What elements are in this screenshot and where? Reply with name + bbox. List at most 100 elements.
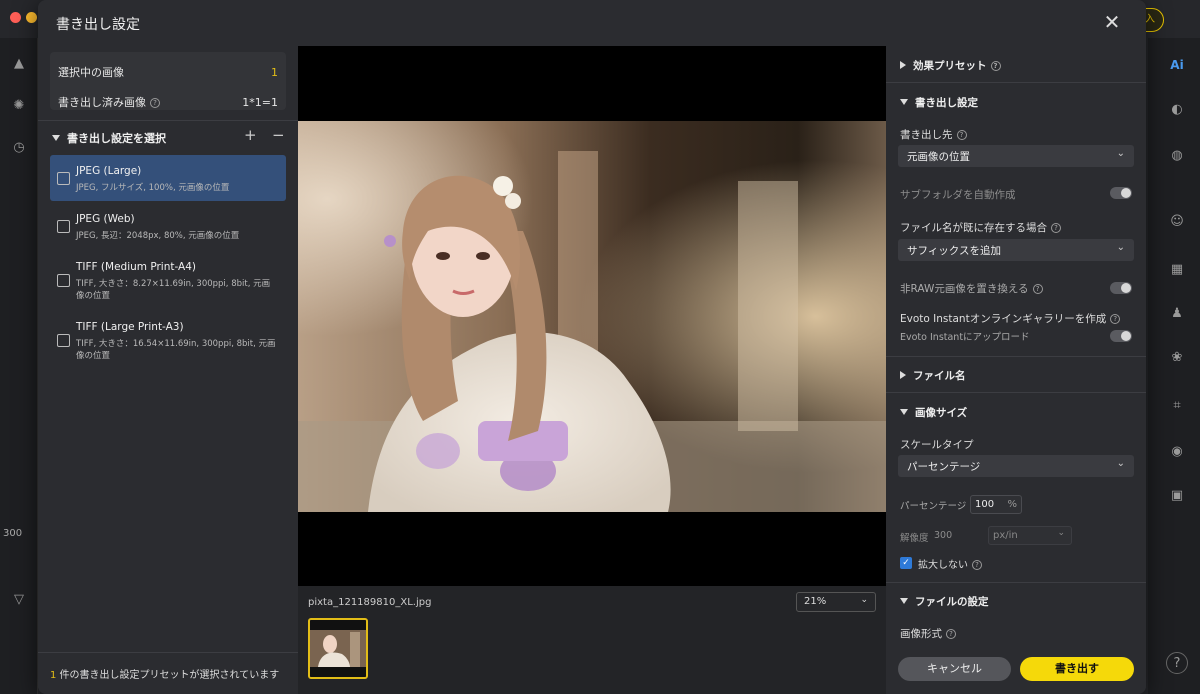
image-thumbnail[interactable] bbox=[308, 618, 368, 679]
add-preset-button[interactable]: + bbox=[244, 126, 257, 144]
ai-logo[interactable]: Ai bbox=[1166, 54, 1188, 76]
help-circle-icon[interactable]: ? bbox=[990, 61, 1001, 71]
texture-icon[interactable]: ◍ bbox=[1166, 144, 1188, 166]
preset-checkbox[interactable] bbox=[57, 274, 70, 287]
preset-name: TIFF (Medium Print-A4) bbox=[76, 261, 197, 273]
resolution-label: 解像度 bbox=[900, 533, 929, 544]
replace-raw-toggle[interactable] bbox=[1110, 282, 1132, 294]
exported-images-label: 書き出し済み画像? bbox=[58, 94, 160, 110]
evoto-upload-label: Evoto Instantにアップロード bbox=[900, 332, 1030, 343]
no-enlarge-checkbox[interactable]: ✓ bbox=[900, 557, 912, 569]
divider bbox=[886, 392, 1146, 393]
caret-down-icon bbox=[900, 598, 908, 604]
preset-name: JPEG (Large) bbox=[76, 165, 142, 177]
camera-icon[interactable]: ◉ bbox=[1166, 440, 1188, 462]
preset-item-tiff-medium[interactable]: TIFF (Medium Print-A4) TIFF, 大きさ：8.27×11… bbox=[50, 253, 286, 309]
landscape-icon[interactable]: ▲ bbox=[8, 52, 30, 74]
settings-panel: 効果プリセット? 書き出し設定 書き出し先? 元画像の位置 ⌄ サブフォルダを自動… bbox=[886, 46, 1146, 694]
preset-checkbox[interactable] bbox=[57, 220, 70, 233]
face-icon[interactable]: ☺ bbox=[1166, 210, 1188, 232]
preset-item-tiff-large[interactable]: TIFF (Large Print-A3) TIFF, 大きさ：16.54×11… bbox=[50, 313, 286, 369]
paw-icon[interactable]: ❀ bbox=[1166, 346, 1188, 368]
help-circle-icon[interactable]: ? bbox=[1051, 223, 1061, 233]
help-circle-icon[interactable]: ? bbox=[150, 98, 160, 108]
portrait-photo-image bbox=[298, 121, 886, 512]
preset-description: TIFF, 大きさ：8.27×11.69in, 300ppi, 8bit, 元画… bbox=[76, 279, 271, 301]
preset-checkbox[interactable] bbox=[57, 334, 70, 347]
preset-name: JPEG (Web) bbox=[76, 213, 135, 225]
help-circle-icon[interactable]: ? bbox=[972, 560, 982, 570]
selected-images-label: 選択中の画像 bbox=[58, 66, 124, 79]
caret-right-icon bbox=[900, 61, 906, 69]
filename-section[interactable]: ファイル名 bbox=[900, 368, 966, 383]
preset-panel: 選択中の画像 1 書き出し済み画像? 1*1=1 書き出し設定を選択 + − J… bbox=[38, 46, 298, 694]
sparkle-icon[interactable]: ✺ bbox=[8, 94, 30, 116]
filter-icon[interactable]: ▽ bbox=[8, 588, 30, 610]
exported-images-row: 書き出し済み画像? 1*1=1 bbox=[58, 92, 278, 112]
clothing-icon[interactable]: ♟ bbox=[1166, 302, 1188, 324]
export-settings-dialog: 書き出し設定 ✕ 選択中の画像 1 書き出し済み画像? 1*1=1 書き出し設定… bbox=[38, 0, 1146, 694]
resolution-value[interactable]: 300 bbox=[934, 530, 952, 541]
background-right-toolbar: Ai ◐ ◍ ☺ ▦ ♟ ❀ ⌗ ◉ ▣ ? bbox=[1148, 38, 1200, 694]
scale-type-label: スケールタイプ bbox=[900, 439, 974, 451]
zoom-select[interactable]: 21% ⌄ bbox=[796, 592, 876, 612]
preset-description: JPEG, 長辺：2048px, 80%, 元画像の位置 bbox=[76, 231, 240, 241]
close-icon[interactable]: ✕ bbox=[1100, 10, 1124, 34]
export-button[interactable]: 書き出す bbox=[1020, 657, 1134, 681]
destination-dropdown[interactable]: 元画像の位置 ⌄ bbox=[898, 145, 1134, 167]
crop-icon[interactable]: ⌗ bbox=[1166, 394, 1188, 416]
window-minimize-dot[interactable] bbox=[26, 12, 37, 23]
preset-item-jpeg-large[interactable]: JPEG (Large) JPEG, フルサイズ, 100%, 元画像の位置 bbox=[50, 155, 286, 201]
divider bbox=[886, 82, 1146, 83]
exported-images-value: 1*1=1 bbox=[242, 95, 278, 109]
destination-label: 書き出し先? bbox=[900, 127, 967, 142]
dialog-header: 書き出し設定 ✕ bbox=[38, 0, 1146, 46]
image-size-section[interactable]: 画像サイズ bbox=[900, 405, 967, 420]
background-count: 300 bbox=[3, 528, 23, 539]
no-enlarge-label: 拡大しない? bbox=[918, 556, 982, 571]
help-circle-icon[interactable]: ? bbox=[956, 130, 967, 140]
selected-images-row: 選択中の画像 1 bbox=[58, 62, 278, 82]
effect-preset-section[interactable]: 効果プリセット? bbox=[900, 58, 1001, 73]
cancel-button[interactable]: キャンセル bbox=[898, 657, 1011, 681]
subfolder-toggle[interactable] bbox=[1110, 187, 1132, 199]
preset-checkbox[interactable] bbox=[57, 172, 70, 185]
preview-filename: pixta_121189810_XL.jpg bbox=[308, 597, 432, 608]
caret-down-icon bbox=[52, 135, 60, 141]
remove-preset-button[interactable]: − bbox=[272, 126, 285, 144]
help-icon[interactable]: ? bbox=[1166, 652, 1188, 674]
file-exists-label: ファイル名が既に存在する場合? bbox=[900, 220, 1061, 235]
background-replace-icon[interactable]: ▦ bbox=[1166, 258, 1188, 280]
preview-photo bbox=[298, 121, 886, 512]
resolution-unit-select[interactable]: px/in ⌄ bbox=[988, 526, 1072, 545]
file-exists-dropdown[interactable]: サフィックスを追加 ⌄ bbox=[898, 239, 1134, 261]
preview-canvas bbox=[298, 46, 886, 586]
percentage-input[interactable]: 100% bbox=[970, 495, 1022, 514]
evoto-gallery-label: Evoto Instantオンラインギャラリーを作成? bbox=[900, 311, 1121, 326]
help-circle-icon[interactable]: ? bbox=[946, 629, 956, 639]
chevron-down-icon: ⌄ bbox=[1116, 458, 1125, 469]
evoto-upload-toggle[interactable] bbox=[1110, 330, 1132, 342]
folder-icon[interactable]: ▣ bbox=[1166, 484, 1188, 506]
export-settings-section[interactable]: 書き出し設定 bbox=[900, 95, 978, 110]
selected-presets-footer: 1 件の書き出し設定プリセットが選択されています bbox=[50, 670, 280, 681]
preset-section-header[interactable]: 書き出し設定を選択 bbox=[52, 130, 166, 146]
caret-down-icon bbox=[900, 409, 908, 415]
window-close-dot[interactable] bbox=[10, 12, 21, 23]
help-circle-icon[interactable]: ? bbox=[1032, 284, 1043, 294]
caret-right-icon bbox=[900, 371, 906, 379]
scale-type-dropdown[interactable]: パーセンテージ ⌄ bbox=[898, 455, 1134, 477]
caret-down-icon bbox=[900, 99, 908, 105]
selection-info-box: 選択中の画像 1 書き出し済み画像? 1*1=1 bbox=[50, 52, 286, 110]
divider bbox=[886, 356, 1146, 357]
clock-icon[interactable]: ◷ bbox=[8, 136, 30, 158]
background-left-toolbar: ▲ ✺ ◷ 300 ▽ bbox=[0, 38, 38, 694]
preset-item-jpeg-web[interactable]: JPEG (Web) JPEG, 長辺：2048px, 80%, 元画像の位置 bbox=[50, 203, 286, 249]
chevron-down-icon: ⌄ bbox=[1116, 148, 1125, 159]
image-format-label: 画像形式? bbox=[900, 626, 956, 641]
dialog-title: 書き出し設定 bbox=[56, 17, 140, 33]
chevron-down-icon: ⌄ bbox=[860, 595, 868, 605]
help-circle-icon[interactable]: ? bbox=[1110, 314, 1121, 324]
file-settings-section[interactable]: ファイルの設定 bbox=[900, 594, 989, 609]
palette-icon[interactable]: ◐ bbox=[1166, 98, 1188, 120]
